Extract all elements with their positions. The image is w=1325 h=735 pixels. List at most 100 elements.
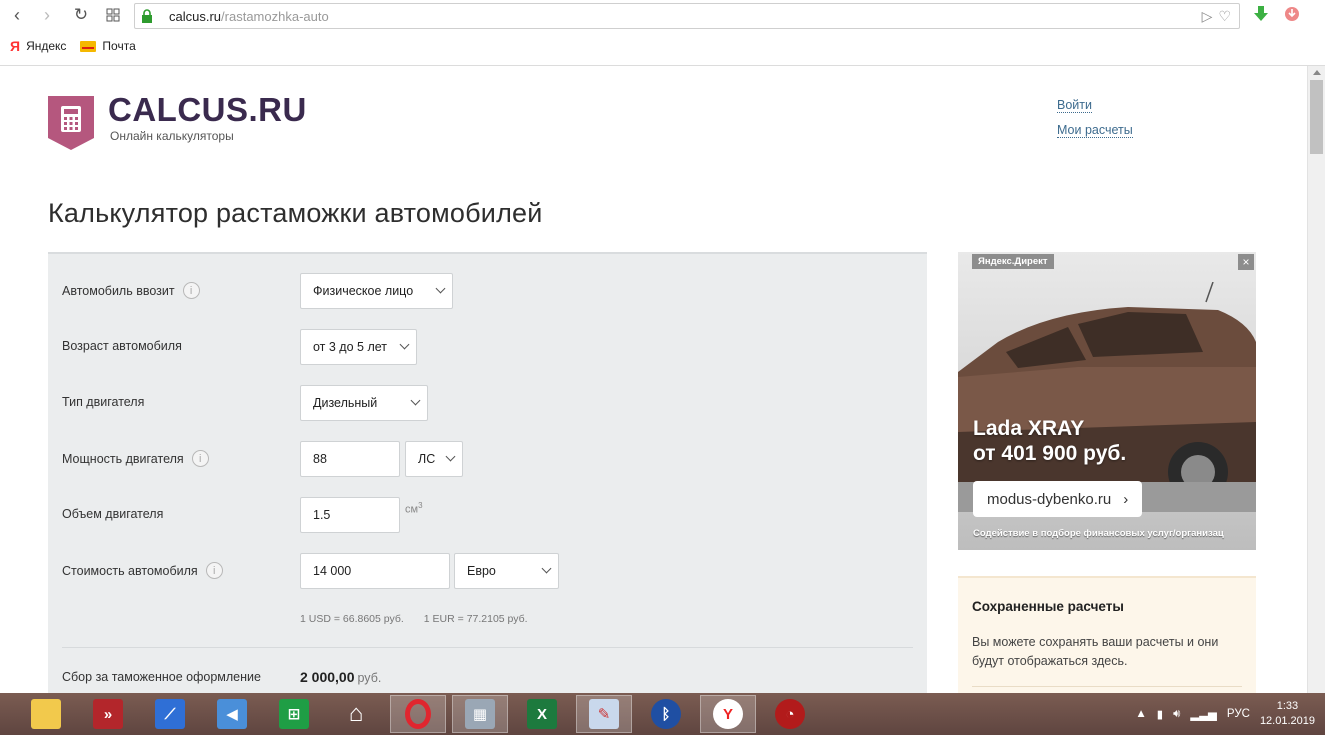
clock[interactable]: 1:33 12.01.2019 [1260,699,1315,729]
clock-date: 12.01.2019 [1259,715,1315,727]
fee-amount: 2 000,00 [300,669,355,685]
importer-label: Автомобиль ввозит [62,283,175,298]
fee-currency: руб. [357,671,382,685]
ad-link-button[interactable]: modus-dybenko.ru › [973,481,1143,517]
power-label: Мощность двигателя [62,451,184,466]
far-manager-icon: » [93,699,123,729]
calculator-icon: ▦ [465,699,495,729]
download-icon[interactable] [1252,5,1270,23]
forward-icon[interactable]: › [36,4,58,26]
language-indicator[interactable]: РУС [1227,708,1250,720]
opera-icon [405,699,431,729]
send-icon[interactable]: ▷ [1202,8,1213,25]
importer-row-label: Автомобиль ввозит i [62,282,200,299]
age-row-label: Возраст автомобиля [62,339,182,353]
bookmark-yandex[interactable]: Я Яндекс [10,38,66,54]
ad-disclaimer: Содействие в подборе финансовых услуг/ор… [973,528,1224,539]
yandex-direct-ad[interactable]: Яндекс.Директ × Lada XRAY от 401 900 руб… [958,252,1256,550]
age-label: Возраст автомобиля [62,339,182,353]
mail-icon [80,40,97,52]
heart-icon[interactable]: ♡ [1218,8,1231,25]
taskbar-audio[interactable]: ◀ [204,695,260,733]
site-brand[interactable]: CALCUS.RU [108,91,307,129]
taskbar-yandex[interactable]: Y [700,695,756,733]
currency-select[interactable]: Евро [454,553,559,589]
engine-type-select[interactable]: Дизельный [300,385,428,421]
volume-icon[interactable]: 🔊︎ [1173,708,1180,721]
power-row-label: Мощность двигателя i [62,450,209,467]
saved-text: Вы можете сохранять ваши расчеты и они б… [972,635,1219,668]
paint-icon: ✎ [589,699,619,729]
age-select[interactable]: от 3 до 5 лет [300,329,417,365]
scroll-up-icon[interactable] [1313,70,1321,75]
calculator-form: Автомобиль ввозит i Физическое лицо Возр… [48,252,927,693]
bookmark-mail[interactable]: Почта [80,39,136,53]
opera-download-icon[interactable] [1283,5,1301,23]
close-icon[interactable]: × [1238,254,1254,270]
speedometer-icon: ◔ [775,699,805,729]
volume-label: Объем двигателя [62,507,164,521]
engine-type-label: Тип двигателя [62,395,145,409]
importer-select[interactable]: Физическое лицо [300,273,453,309]
power-input[interactable]: 88 [300,441,400,477]
store-icon: ⊞ [279,699,309,729]
volume-unit: см3 [405,501,423,516]
bookmark-label: Почта [102,39,136,53]
page-scrollbar[interactable] [1307,66,1325,693]
price-row-label: Стоимость автомобиля i [62,562,223,579]
back-icon[interactable]: ‹ [6,4,28,26]
price-input[interactable]: 14 000 [300,553,450,589]
windows-taskbar: » ⟋ ◀ ⊞ ⌂ ▦ X ✎ ᛒ Y ◔ ▲ ▮ 🔊︎ ▂▃▅ РУС 1:3… [0,693,1325,735]
taskbar-app[interactable]: ◔ [762,695,818,733]
tray-expand-icon[interactable]: ▲ [1135,708,1146,720]
taskbar-home[interactable]: ⌂ [328,695,384,733]
my-calcs-link[interactable]: Мои расчеты [1057,123,1133,138]
chevron-right-icon: › [1123,490,1129,508]
volume-input[interactable]: 1.5 [300,497,400,533]
calculator-logo-icon[interactable] [48,96,94,150]
ad-title: Lada XRAY от 401 900 руб. [973,416,1126,466]
volume-row-label: Объем двигателя [62,507,163,521]
volume-value: 1.5 [313,508,331,522]
network-icon[interactable]: ▂▃▅ [1190,707,1217,721]
ad-button-label: modus-dybenko.ru [987,490,1112,508]
taskbar-scanner[interactable]: ⟋ [142,695,198,733]
info-icon[interactable]: i [191,450,209,467]
car-image [958,282,1256,512]
power-unit-select[interactable]: ЛС [405,441,463,477]
login-link[interactable]: Войти [1057,98,1092,113]
volume-unit-text: см [405,503,419,516]
taskbar-far[interactable]: » [80,695,136,733]
power-unit-value: ЛС [418,452,436,466]
address-bar[interactable]: calcus.ru/rastamozhka-auto ▷ ♡ [134,3,1240,29]
taskbar-explorer[interactable] [18,695,74,733]
chevron-down-icon [435,283,446,294]
scanner-icon: ⟋ [155,699,185,729]
chevron-down-icon [445,451,456,462]
page-title: Калькулятор растаможки автомобилей [48,198,543,228]
engine-type-value: Дизельный [313,396,378,410]
fee-label: Сбор за таможенное оформление [62,670,261,684]
speaker-app-icon: ◀ [217,699,247,729]
taskbar-excel[interactable]: X [514,695,570,733]
price-value: 14 000 [313,564,352,578]
taskbar-calculator[interactable]: ▦ [452,695,508,733]
taskbar-store[interactable]: ⊞ [266,695,322,733]
taskbar-paint[interactable]: ✎ [576,695,632,733]
page-content: CALCUS.RU Онлайн калькуляторы Войти Мои … [0,66,1307,693]
taskbar-opera[interactable] [390,695,446,733]
clock-time: 1:33 [1276,700,1299,712]
battery-icon[interactable]: ▮ [1157,707,1163,721]
url-text: calcus.ru/rastamozhka-auto [169,9,329,24]
reload-icon[interactable]: ↻ [70,4,92,26]
speed-dial-icon[interactable] [102,4,124,26]
scroll-thumb[interactable] [1310,80,1323,154]
engine-type-row-label: Тип двигателя [62,395,144,409]
info-icon[interactable]: i [205,562,223,579]
age-value: от 3 до 5 лет [313,340,387,354]
ad-title-line2: от 401 900 руб. [973,442,1127,465]
chevron-down-icon [399,339,410,350]
info-icon[interactable]: i [182,282,200,299]
divider [62,647,913,648]
taskbar-bluetooth[interactable]: ᛒ [638,695,694,733]
